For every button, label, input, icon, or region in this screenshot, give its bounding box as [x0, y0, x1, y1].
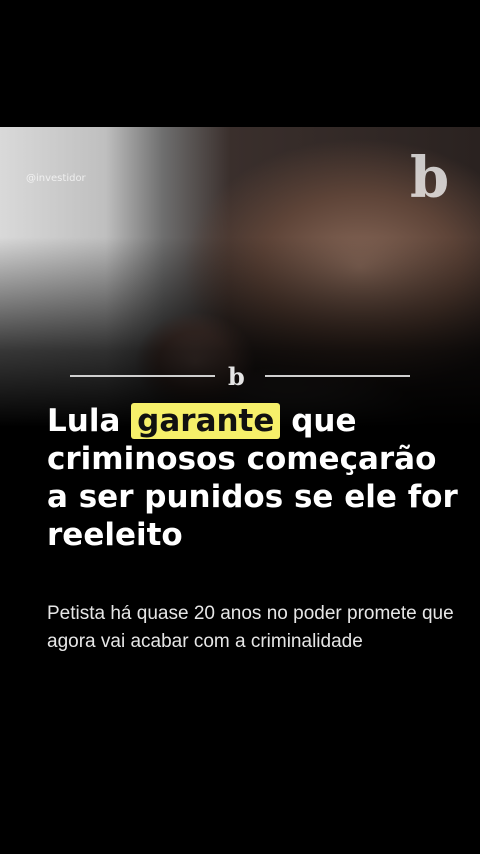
headline-part1: Lula — [47, 403, 121, 439]
divider-line-left — [70, 375, 215, 377]
subtitle: Petista há quase 20 anos no poder promet… — [47, 603, 454, 652]
headline-highlight: garante — [131, 403, 281, 439]
divider: b — [70, 362, 410, 391]
brand-logo: b — [410, 145, 450, 211]
headline: Lula garante que criminosos começarão a … — [47, 402, 467, 554]
divider-line-right — [265, 375, 410, 377]
watermark-handle: @investidor — [26, 173, 86, 184]
brand-logo-small: b — [228, 362, 245, 391]
